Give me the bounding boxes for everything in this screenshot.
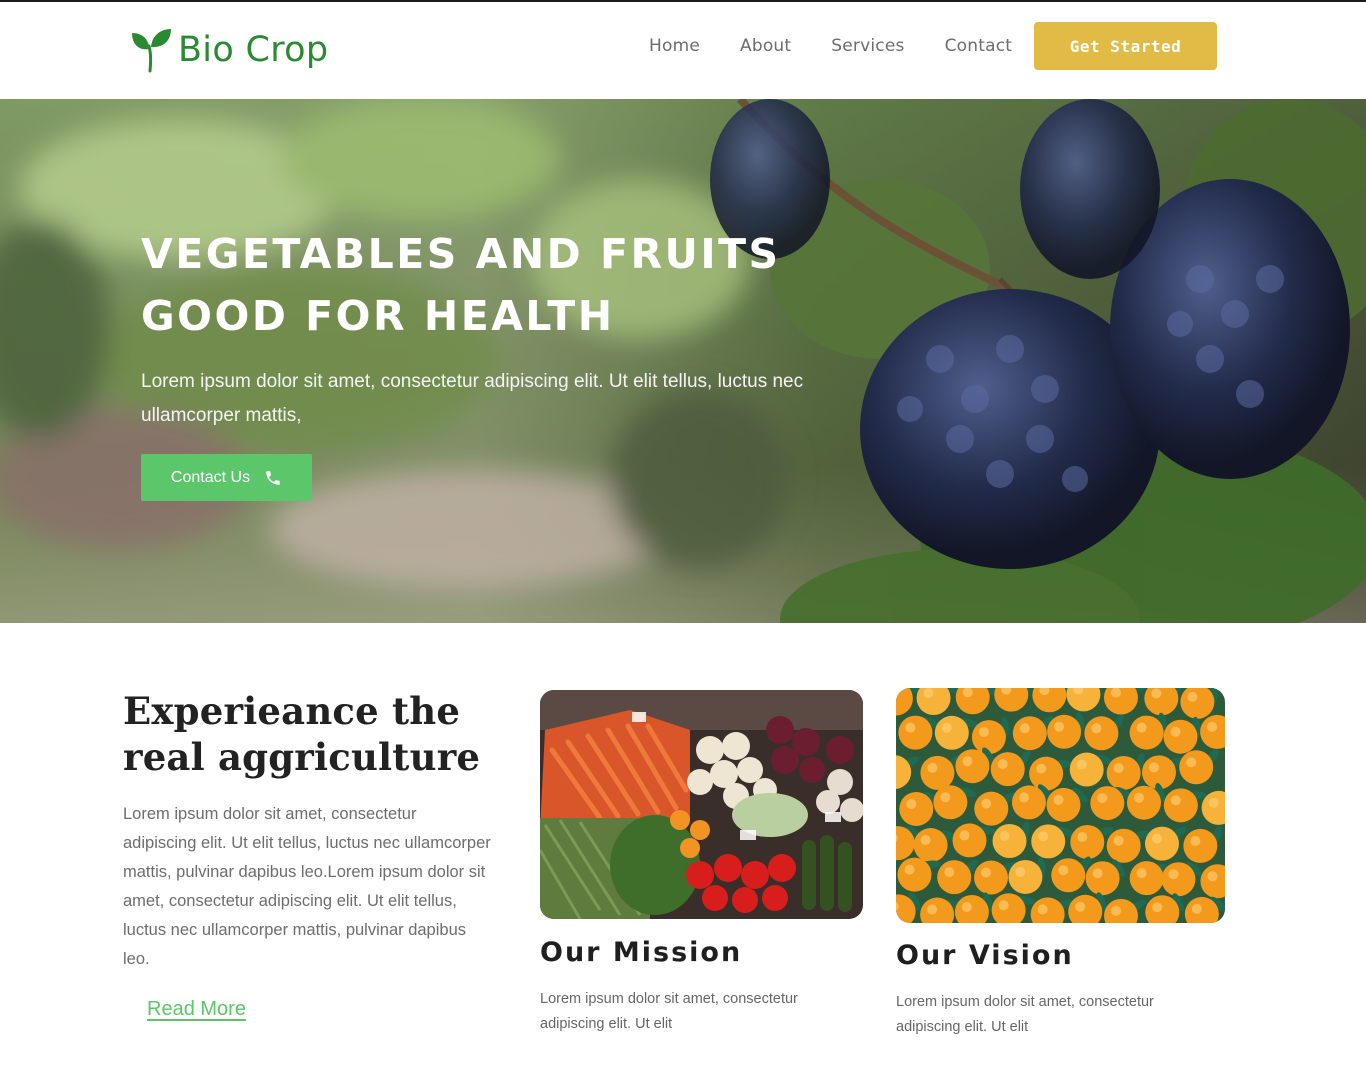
vision-title: Our Vision xyxy=(896,940,1074,971)
mission-title: Our Mission xyxy=(540,937,743,968)
grapes-vineyard-image xyxy=(0,99,1366,623)
contact-us-label: Contact Us xyxy=(170,468,251,486)
hero-title-line2: GOOD FOR HEALTH xyxy=(141,292,615,340)
oranges-image xyxy=(896,688,1225,923)
brand-logo[interactable]: Bio Crop xyxy=(130,27,328,73)
read-more-link[interactable]: Read More xyxy=(147,998,246,1021)
intro-title-line1: Experieance the xyxy=(123,689,461,733)
hero-title-line1: VEGETABLES AND FRUITS xyxy=(141,230,781,278)
contact-us-button[interactable]: Contact Us xyxy=(141,454,312,501)
nav-home[interactable]: Home xyxy=(649,36,700,56)
main-nav: Home About Services Contact xyxy=(649,36,1012,56)
hero-section: VEGETABLES AND FRUITS GOOD FOR HEALTH Lo… xyxy=(0,99,1366,623)
nav-services[interactable]: Services xyxy=(831,36,904,56)
intro-text: Lorem ipsum dolor sit amet, consectetur … xyxy=(123,805,491,968)
vegetable-market-image xyxy=(540,690,863,919)
nav-contact[interactable]: Contact xyxy=(945,36,1013,56)
vision-text: Lorem ipsum dolor sit amet, consectetur … xyxy=(896,994,1154,1035)
intro-title-line2: real aggriculture xyxy=(123,735,481,779)
mission-text: Lorem ipsum dolor sit amet, consectetur … xyxy=(540,991,798,1032)
hero-title: VEGETABLES AND FRUITS GOOD FOR HEALTH xyxy=(141,223,861,347)
hero-description: Lorem ipsum dolor sit amet, consectetur … xyxy=(141,371,804,426)
nav-about[interactable]: About xyxy=(740,36,791,56)
brand-name: Bio Crop xyxy=(178,30,329,70)
leaf-icon xyxy=(132,29,171,73)
phone-icon xyxy=(266,470,280,485)
intro-title: Experieance the real aggriculture xyxy=(123,688,503,780)
get-started-button[interactable]: Get Started xyxy=(1034,22,1217,70)
site-header: Bio Crop Home About Services Contact Get… xyxy=(0,2,1366,99)
